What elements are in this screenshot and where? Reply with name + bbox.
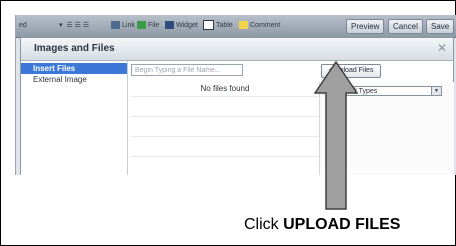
list-icons[interactable]: ▾ ☰ ☰ ☰ (56, 19, 92, 33)
tutorial-frame: ed ▾ ☰ ☰ ☰ Link File Widget Table Commen… (0, 0, 456, 246)
comment-icon (239, 21, 248, 30)
link-label: Link (122, 22, 135, 29)
dialog-nav: Insert Files External Image (21, 61, 128, 175)
dialog-title: Images and Files (34, 43, 115, 54)
instruction-caption: Click UPLOAD FILES (244, 216, 400, 234)
preview-button[interactable]: Preview (346, 19, 385, 34)
images-files-dialog: Images and Files ✕ Insert Files External… (20, 37, 454, 175)
widget-button[interactable]: Widget (162, 19, 201, 33)
nav-insert-files[interactable]: Insert Files (21, 63, 127, 74)
file-search-input[interactable]: Begin Typing a File Name... (131, 64, 243, 76)
link-icon (111, 21, 120, 30)
table-icon (203, 20, 214, 31)
screenshot-area: ed ▾ ☰ ☰ ☰ Link File Widget Table Commen… (15, 15, 456, 175)
file-label: File (148, 22, 160, 29)
file-type-value: All Types (349, 88, 378, 95)
table-label: Table (216, 22, 233, 29)
file-type-select[interactable]: All Types ▼ (346, 86, 442, 96)
widget-icon (165, 21, 174, 30)
table-button[interactable]: Table (200, 19, 236, 33)
show-label: Show (324, 88, 343, 95)
caption-prefix: Click (244, 216, 284, 233)
chevron-down-icon[interactable]: ▼ (431, 87, 441, 95)
dialog-titlebar: Images and Files ✕ (21, 38, 453, 61)
cancel-button[interactable]: Cancel (388, 19, 423, 34)
list-divider (131, 136, 319, 137)
filter-panel: Show All Types ▼ (319, 82, 454, 175)
caption-emphasis: UPLOAD FILES (283, 216, 401, 233)
close-icon[interactable]: ✕ (437, 41, 447, 55)
file-button[interactable]: File (134, 19, 162, 33)
widget-label: Widget (176, 22, 198, 29)
save-button[interactable]: Save (426, 19, 455, 34)
comment-label: Comment (250, 22, 281, 29)
list-divider (131, 116, 319, 117)
file-icon (137, 21, 146, 30)
nav-external-image[interactable]: External Image (21, 74, 127, 85)
list-divider (131, 96, 319, 97)
list-divider (131, 156, 319, 157)
empty-message: No files found (200, 84, 250, 93)
file-list: No files found (131, 82, 319, 175)
format-dropdown[interactable]: ed (16, 19, 30, 33)
comment-button[interactable]: Comment (236, 19, 283, 33)
upload-files-button[interactable]: + Upload Files (321, 64, 381, 78)
editor-toolbar: ed ▾ ☰ ☰ ☰ Link File Widget Table Commen… (16, 15, 456, 38)
